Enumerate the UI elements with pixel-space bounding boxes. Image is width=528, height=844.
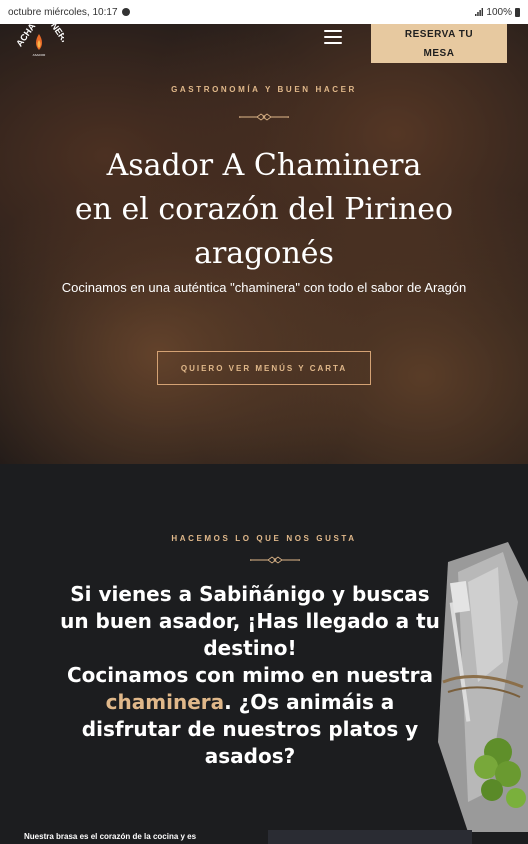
notification-icon: [121, 8, 130, 16]
hero-title-line1: Asador A Chaminera: [106, 148, 422, 183]
about-title-accent: chaminera: [105, 690, 225, 714]
about-ornament-icon: [250, 556, 300, 564]
about-body-text: Nuestra brasa es el corazón de la cocina…: [24, 832, 197, 841]
signal-icon: [475, 8, 484, 16]
about-section: HACEMOS LO QUE NOS GUSTA Si vienes a Sab…: [0, 464, 528, 844]
reserve-label-line1: RESERVA TU: [404, 28, 474, 40]
svg-text:ASADOR: ASADOR: [33, 53, 47, 57]
brand-logo[interactable]: ACHA NERA ASADOR: [14, 24, 64, 58]
hamburger-menu-icon[interactable]: [324, 30, 342, 44]
hero-section: ACHA NERA ASADOR RESERVA TU MESA GASTRON…: [0, 24, 528, 464]
battery-percent: 100%: [486, 6, 512, 18]
view-menus-button[interactable]: QUIERO VER MENÚS Y CARTA: [157, 351, 371, 385]
hero-eyebrow: GASTRONOMÍA Y BUEN HACER: [171, 85, 357, 94]
svg-text:ACHA: ACHA: [14, 24, 37, 48]
reserve-table-button[interactable]: RESERVA TU MESA: [371, 24, 507, 63]
about-title-part1: Si vienes a Sabiñánigo y buscas un buen …: [60, 582, 440, 660]
battery-icon: [515, 7, 520, 17]
status-datetime: octubre miércoles, 10:17: [8, 6, 118, 18]
svg-text:NERA: NERA: [49, 24, 64, 48]
hero-title-line2: en el corazón del Pirineo: [74, 192, 454, 227]
hero-title: Asador A Chaminera en el corazón del Pir…: [40, 144, 488, 276]
status-bar: octubre miércoles, 10:17 100%: [0, 0, 528, 24]
about-title: Si vienes a Sabiñánigo y buscas un buen …: [60, 581, 440, 770]
ornament-divider-icon: [239, 113, 289, 121]
reserve-label-line2: MESA: [423, 47, 455, 59]
about-title-part2: Cocinamos con mimo en nuestra: [67, 663, 433, 687]
hero-subtitle: Cocinamos en una auténtica "chaminera" c…: [61, 280, 467, 295]
about-image: [268, 830, 472, 844]
hero-title-line3: aragonés: [194, 236, 334, 271]
